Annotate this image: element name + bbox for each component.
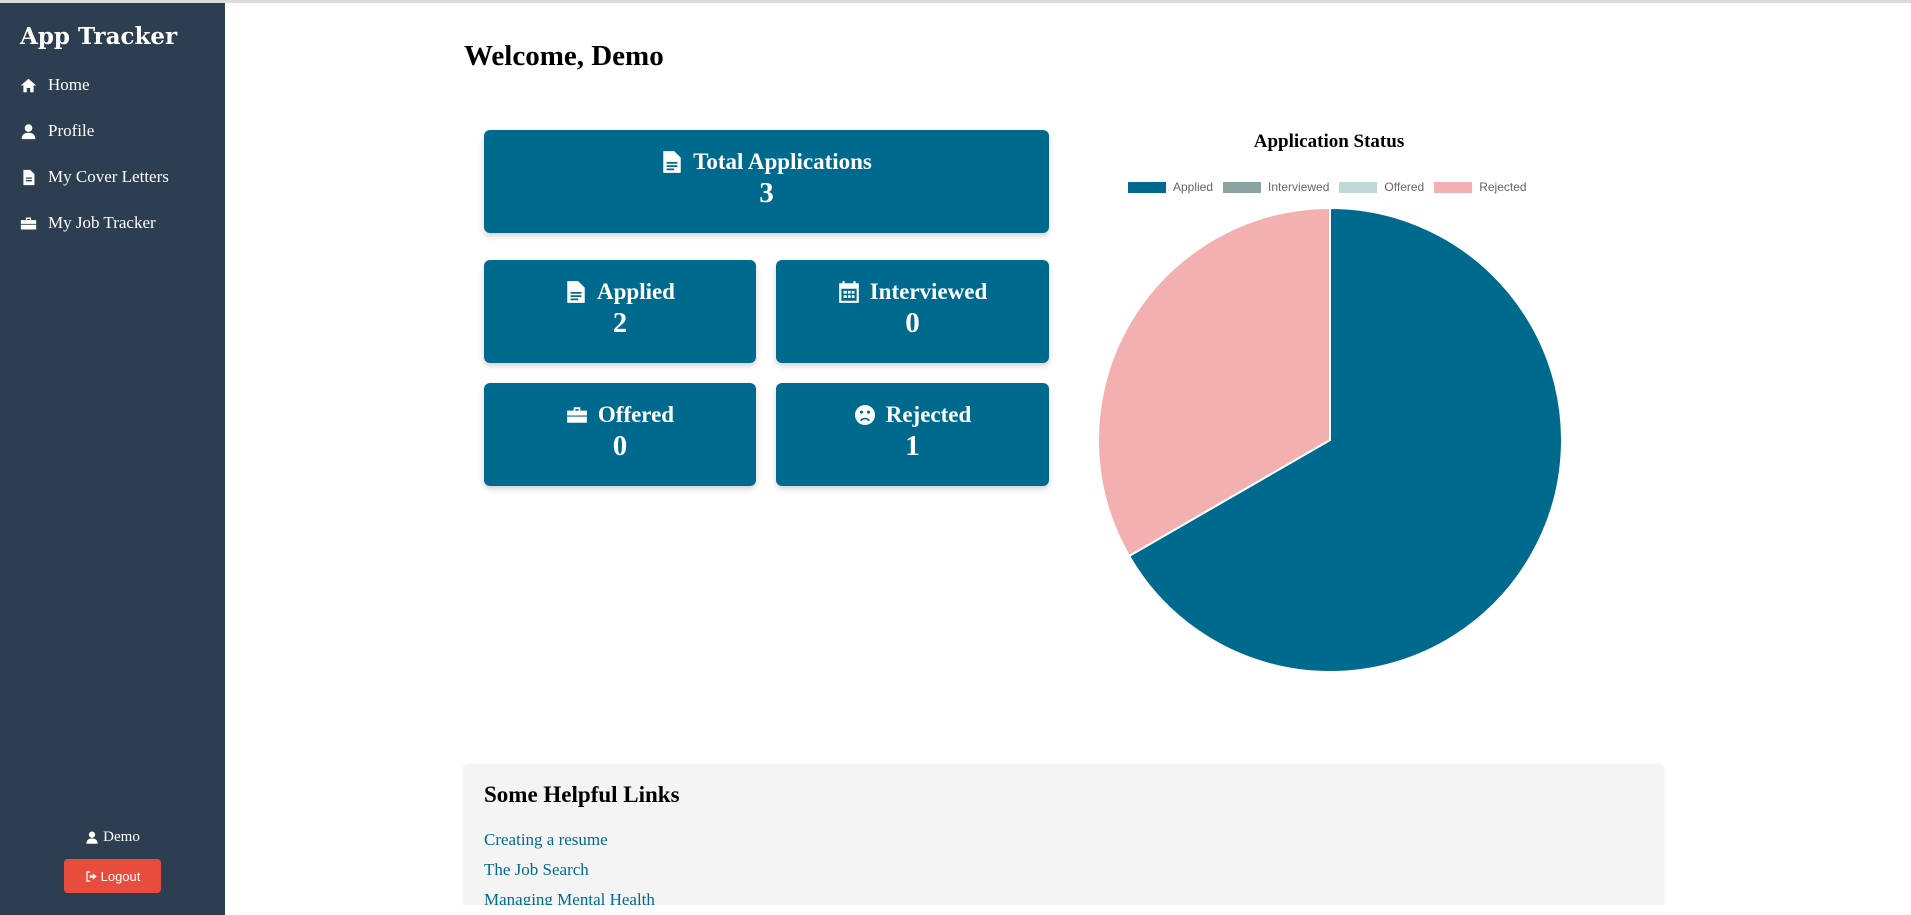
card-label: Offered — [597, 402, 675, 427]
file-icon — [567, 281, 585, 303]
legend-label: Applied — [1173, 180, 1214, 194]
sidebar-item-cover-letters[interactable]: My Cover Letters — [20, 162, 169, 192]
card-label: Interviewed — [869, 279, 988, 304]
link-job-search[interactable]: The Job Search — [484, 860, 589, 880]
legend-swatch — [1339, 181, 1378, 193]
offered-card: Offered 0 — [484, 383, 756, 486]
legend-swatch — [1128, 181, 1166, 193]
page-title: Welcome, Demo — [464, 40, 664, 72]
card-value: 2 — [612, 307, 628, 339]
user-icon — [21, 123, 36, 139]
legend-item-rejected[interactable]: Rejected — [1434, 180, 1527, 194]
sidebar-item-profile[interactable]: Profile — [20, 116, 94, 146]
legend-item-applied[interactable]: Applied — [1128, 180, 1213, 194]
card-value: 3 — [759, 177, 774, 209]
card-value: 0 — [905, 307, 920, 339]
legend-label: Interviewed — [1268, 180, 1330, 194]
home-icon — [20, 78, 37, 92]
legend-label: Rejected — [1479, 180, 1527, 194]
card-title: Applied — [484, 279, 756, 305]
total-applications-card: Total Applications 3 — [484, 130, 1049, 233]
chart-title: Application Status — [1253, 131, 1405, 152]
card-value: 0 — [612, 430, 628, 462]
viewport-edge — [225, 905, 1911, 915]
sidebar: App Tracker Home Profile My Cover Letter… — [0, 3, 225, 915]
logout-button[interactable]: Logout — [64, 859, 161, 893]
user-info: Demo — [0, 829, 225, 846]
logout-label: Logout — [100, 868, 141, 884]
briefcase-icon — [20, 217, 37, 229]
calendar-icon — [838, 281, 859, 303]
sidebar-item-label: My Job Tracker — [48, 213, 156, 232]
frown-icon — [854, 405, 875, 425]
sidebar-item-label: Home — [48, 75, 90, 94]
file-icon — [23, 169, 35, 185]
link-creating-resume[interactable]: Creating a resume — [484, 830, 608, 850]
pie-chart[interactable] — [1095, 205, 1565, 675]
applied-card: Applied 2 — [484, 260, 756, 363]
file-icon — [663, 151, 681, 173]
legend-swatch — [1434, 181, 1473, 193]
legend-item-offered[interactable]: Offered — [1339, 180, 1424, 194]
legend-label: Offered — [1384, 180, 1425, 194]
top-border — [0, 0, 1911, 3]
card-title: Total Applications — [484, 149, 1049, 175]
user-icon — [86, 831, 98, 844]
card-value: 1 — [905, 430, 920, 462]
sidebar-item-home[interactable]: Home — [20, 70, 90, 100]
card-label: Applied — [597, 279, 675, 304]
chart-legend: Applied Interviewed Offered Rejected — [1128, 180, 1537, 194]
sign-out-icon — [85, 870, 97, 882]
app-brand: App Tracker — [20, 23, 178, 50]
helpful-links-panel: Some Helpful Links Creating a resume The… — [463, 764, 1664, 915]
sidebar-item-job-tracker[interactable]: My Job Tracker — [20, 208, 156, 238]
briefcase-icon — [566, 407, 587, 423]
card-title: Interviewed — [776, 279, 1049, 305]
user-name-label: Demo — [103, 829, 140, 845]
legend-item-interviewed[interactable]: Interviewed — [1223, 180, 1329, 194]
links-heading: Some Helpful Links — [484, 782, 680, 807]
card-label: Total Applications — [693, 149, 872, 174]
sidebar-item-label: Profile — [48, 121, 95, 140]
interviewed-card: Interviewed 0 — [776, 260, 1049, 363]
card-label: Rejected — [885, 402, 972, 427]
card-title: Offered — [484, 402, 756, 428]
card-title: Rejected — [776, 402, 1049, 428]
sidebar-item-label: My Cover Letters — [48, 167, 169, 186]
legend-swatch — [1223, 181, 1262, 193]
rejected-card: Rejected 1 — [776, 383, 1049, 486]
